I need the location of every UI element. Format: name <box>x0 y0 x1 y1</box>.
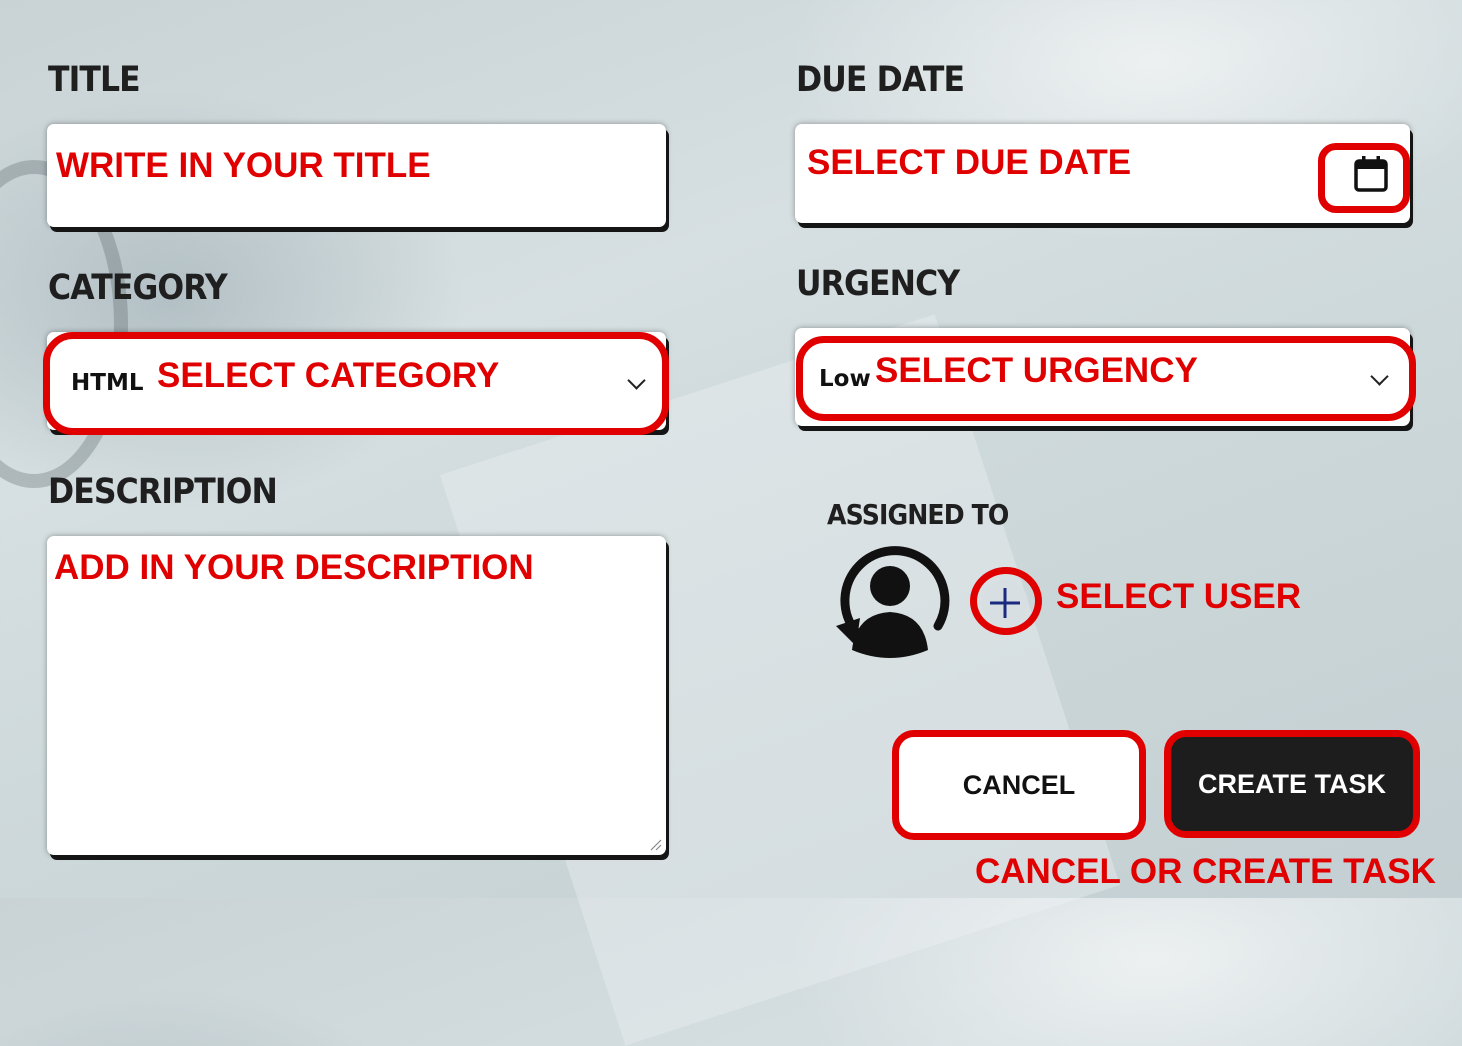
description-label: DESCRIPTION <box>48 472 278 512</box>
user-sync-icon <box>836 546 950 658</box>
category-label: CATEGORY <box>48 268 228 308</box>
category-annotation: SELECT CATEGORY <box>157 356 500 395</box>
create-task-button[interactable]: CREATE TASK <box>1164 730 1420 838</box>
actions-annotation: CANCEL OR CREATE TASK <box>975 852 1436 891</box>
resize-grip-icon[interactable] <box>648 837 662 851</box>
urgency-label: URGENCY <box>796 264 960 304</box>
title-annotation: WRITE IN YOUR TITLE <box>56 146 431 185</box>
description-annotation: ADD IN YOUR DESCRIPTION <box>54 548 534 587</box>
due-date-annotation: SELECT DUE DATE <box>807 143 1132 182</box>
add-user-button[interactable] <box>982 580 1028 626</box>
plus-icon <box>990 588 1020 618</box>
due-date-label: DUE DATE <box>796 60 965 100</box>
calendar-icon[interactable] <box>1353 155 1389 193</box>
select-user-annotation: SELECT USER <box>1056 577 1302 616</box>
urgency-annotation: SELECT URGENCY <box>875 351 1198 390</box>
title-label: TITLE <box>48 60 141 100</box>
cancel-button[interactable]: CANCEL <box>892 730 1146 840</box>
assigned-to-label: ASSIGNED TO <box>827 498 1009 531</box>
